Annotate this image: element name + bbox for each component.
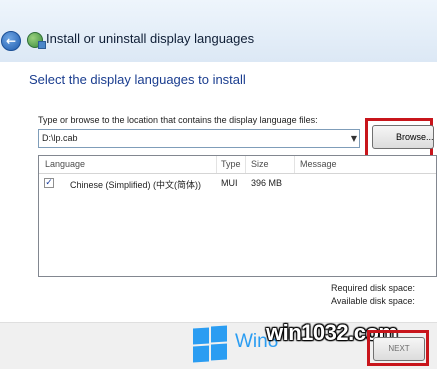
required-disk-space-label: Required disk space: [331,283,416,293]
size-cell: 396 MB [251,178,283,188]
windows-logo-icon [193,325,229,363]
browse-button[interactable]: Browse... [372,125,434,149]
column-header-language[interactable]: Language [45,159,85,169]
next-button[interactable]: NEXT [373,337,425,361]
language-list: Language Type Size Message ✓ Chinese (Si… [38,155,437,277]
language-cell: Chinese (Simplified) (中文(简体)) [70,180,202,190]
available-disk-space-label: Available disk space: [331,296,415,306]
column-divider[interactable] [294,156,295,173]
chevron-down-icon[interactable]: ▼ [351,134,357,143]
language-checkbox[interactable]: ✓ [44,178,54,188]
list-header: Language Type Size Message [39,156,436,174]
column-header-message[interactable]: Message [300,159,337,169]
type-cell: MUI [221,178,238,188]
column-divider[interactable] [216,156,217,173]
path-combobox[interactable]: D:\lp.cab ▼ [38,129,360,148]
location-label: Type or browse to the location that cont… [38,115,318,125]
column-header-size[interactable]: Size [251,159,269,169]
path-input[interactable]: D:\lp.cab [42,133,78,143]
language-globe-icon [27,32,46,49]
table-row[interactable]: ✓ Chinese (Simplified) (中文(简体)) MUI 396 … [39,176,436,192]
window-title: Install or uninstall display languages [46,31,255,46]
page-heading: Select the display languages to install [29,72,246,87]
back-arrow-icon[interactable]: ← [1,31,21,51]
column-header-type[interactable]: Type [221,159,241,169]
column-divider[interactable] [245,156,246,173]
